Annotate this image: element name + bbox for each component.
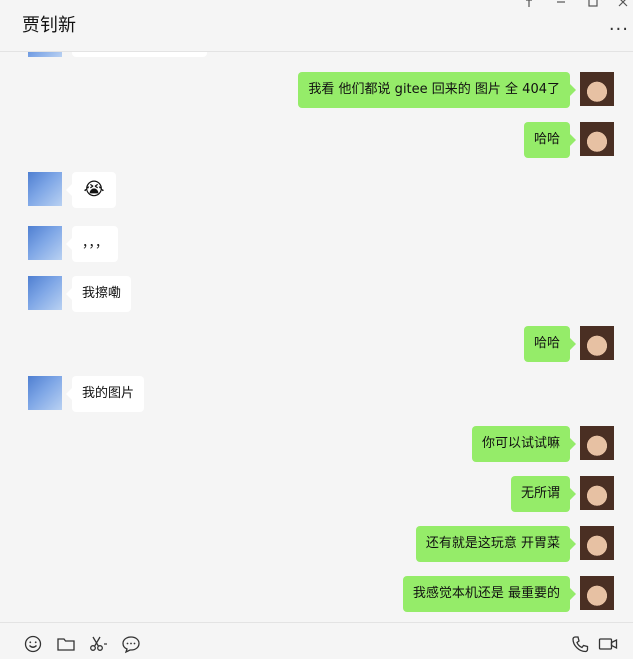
phone-icon[interactable] xyxy=(570,634,590,654)
message-bubble[interactable]: 哈哈 xyxy=(523,122,577,158)
self-avatar[interactable] xyxy=(580,476,614,510)
self-avatar[interactable] xyxy=(580,326,614,360)
message-row: 哈哈 xyxy=(0,326,633,366)
contact-avatar[interactable] xyxy=(28,52,62,57)
message-row: 哈哈 xyxy=(0,122,633,162)
message-row: ，，， xyxy=(0,226,633,266)
contact-avatar[interactable] xyxy=(28,226,62,260)
contact-avatar[interactable] xyxy=(28,376,62,410)
message-bubble[interactable]: 你可以试试嘛 xyxy=(471,426,577,462)
message-row: 我擦嘞 xyxy=(0,276,633,316)
message-row: 😭 xyxy=(0,172,633,212)
partial-message xyxy=(0,52,633,57)
self-avatar[interactable] xyxy=(580,526,614,560)
message-row: 我的图片 xyxy=(0,376,633,416)
message-bubble[interactable]: ，，， xyxy=(65,226,119,262)
folder-icon[interactable] xyxy=(56,634,76,654)
scissors-icon[interactable] xyxy=(88,634,108,654)
input-toolbar xyxy=(0,622,633,659)
emoji-message-bubble[interactable]: 😭 xyxy=(66,172,116,208)
emoji-icon[interactable] xyxy=(23,634,43,654)
message-bubble[interactable]: 我看 他们都说 gitee 回来的 图片 全 404了 xyxy=(298,72,576,108)
partial-bubble xyxy=(72,52,207,57)
pin-icon[interactable] xyxy=(523,0,535,11)
self-avatar[interactable] xyxy=(580,426,614,460)
contact-avatar[interactable] xyxy=(28,276,62,310)
chat-history-icon[interactable] xyxy=(121,634,141,654)
message-row: 我看 他们都说 gitee 回来的 图片 全 404了 xyxy=(0,72,633,112)
chat-area[interactable]: 我看 他们都说 gitee 回来的 图片 全 404了 哈哈 😭 ，，， 我擦嘞… xyxy=(0,52,633,622)
self-avatar[interactable] xyxy=(580,576,614,610)
contact-avatar[interactable] xyxy=(28,172,62,206)
self-avatar[interactable] xyxy=(580,122,614,156)
message-bubble[interactable]: 我的图片 xyxy=(65,376,145,412)
message-bubble[interactable]: 哈哈 xyxy=(523,326,577,362)
chat-header: 贾钊新 ... xyxy=(0,0,633,52)
message-row: 我感觉本机还是 最重要的 xyxy=(0,576,633,616)
message-bubble[interactable]: 我擦嘞 xyxy=(65,276,132,312)
video-icon[interactable] xyxy=(598,634,618,654)
message-bubble[interactable]: 我感觉本机还是 最重要的 xyxy=(402,576,577,612)
minimize-icon[interactable] xyxy=(555,0,567,11)
message-bubble[interactable]: 还有就是这玩意 开胃菜 xyxy=(415,526,577,562)
message-row: 无所谓 xyxy=(0,476,633,516)
message-row: 还有就是这玩意 开胃菜 xyxy=(0,526,633,566)
more-options-button[interactable]: ... xyxy=(609,14,629,35)
message-row: 你可以试试嘛 xyxy=(0,426,633,466)
close-icon[interactable] xyxy=(617,0,629,11)
message-bubble[interactable]: 无所谓 xyxy=(510,476,577,512)
maximize-icon[interactable] xyxy=(587,0,599,11)
chat-title: 贾钊新 xyxy=(22,15,76,36)
self-avatar[interactable] xyxy=(580,72,614,106)
